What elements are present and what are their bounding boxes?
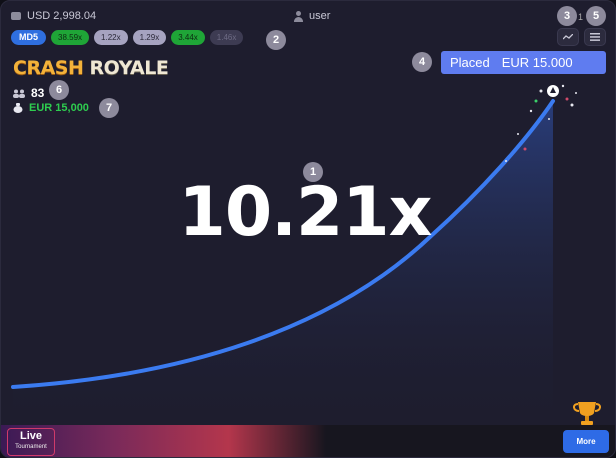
live-title: Live (19, 430, 42, 442)
history-chip[interactable]: 3.44x (171, 30, 205, 45)
annotation-badge-3: 3 (557, 6, 577, 26)
players-icon (13, 89, 25, 98)
user-icon (293, 10, 304, 22)
coin-stack-icon (11, 10, 23, 22)
multiplier-history: MD5 38.59x 1.22x 1.29x 3.44x 1.46x (11, 30, 244, 45)
top-bar: USD 2,998.04 user (11, 10, 607, 26)
rocket-icon (547, 85, 559, 97)
md5-button[interactable]: MD5 (11, 30, 47, 45)
annotation-badge-2: 2 (266, 30, 286, 50)
annotation-badge-4: 4 (412, 52, 432, 72)
username: user (309, 10, 331, 22)
annotation-badge-5: 5 (586, 6, 606, 26)
history-chip[interactable]: 1.46x (209, 30, 244, 45)
history-chip[interactable]: 1.22x (94, 30, 128, 45)
bank-amount: EUR 15,000 (13, 102, 89, 114)
live-tournament-badge[interactable]: Live Tournament (7, 428, 55, 456)
players-count: 83 (13, 86, 44, 100)
balance-value: USD 2,998.04 (27, 10, 97, 22)
placed-bet-indicator: Placed EUR 15.000 (441, 51, 606, 74)
money-bag-icon (13, 103, 23, 113)
bottom-bar: Live Tournament More (1, 425, 615, 457)
more-button[interactable]: More (563, 430, 609, 453)
game-frame: USD 2,998.04 user MD5 38.59x 1.22x 1.29x… (0, 0, 616, 458)
current-multiplier: 10.21x (178, 173, 433, 252)
placed-amount: EUR 15.000 (501, 55, 573, 70)
history-chip[interactable]: 1.29x (132, 30, 167, 45)
game-logo: CRASH ROYALE (13, 57, 169, 79)
user-display[interactable]: user (293, 10, 330, 22)
annotation-badge-7: 7 (99, 98, 119, 118)
balance-display: USD 2,998.04 (11, 10, 96, 22)
annotation-badge-1: 1 (303, 162, 323, 182)
players-value: 83 (31, 86, 45, 100)
bank-value: EUR 15,000 (29, 102, 89, 114)
trophy-icon[interactable] (572, 400, 602, 426)
live-subtitle: Tournament (15, 444, 47, 450)
header-fragment: 1 (578, 12, 584, 22)
curve-fill-area (13, 101, 553, 425)
menu-button[interactable] (584, 28, 606, 46)
chart-trend-icon (563, 34, 573, 40)
placed-label: Placed (450, 55, 490, 70)
logo-crash: CRASH (13, 57, 84, 79)
annotation-badge-6: 6 (49, 80, 69, 100)
chart-button[interactable] (557, 28, 579, 46)
live-tournament-banner[interactable]: Live Tournament (1, 425, 326, 457)
history-chip[interactable]: 38.59x (51, 30, 90, 45)
hamburger-menu-icon (590, 33, 600, 41)
logo-royale: ROYALE (89, 57, 169, 79)
